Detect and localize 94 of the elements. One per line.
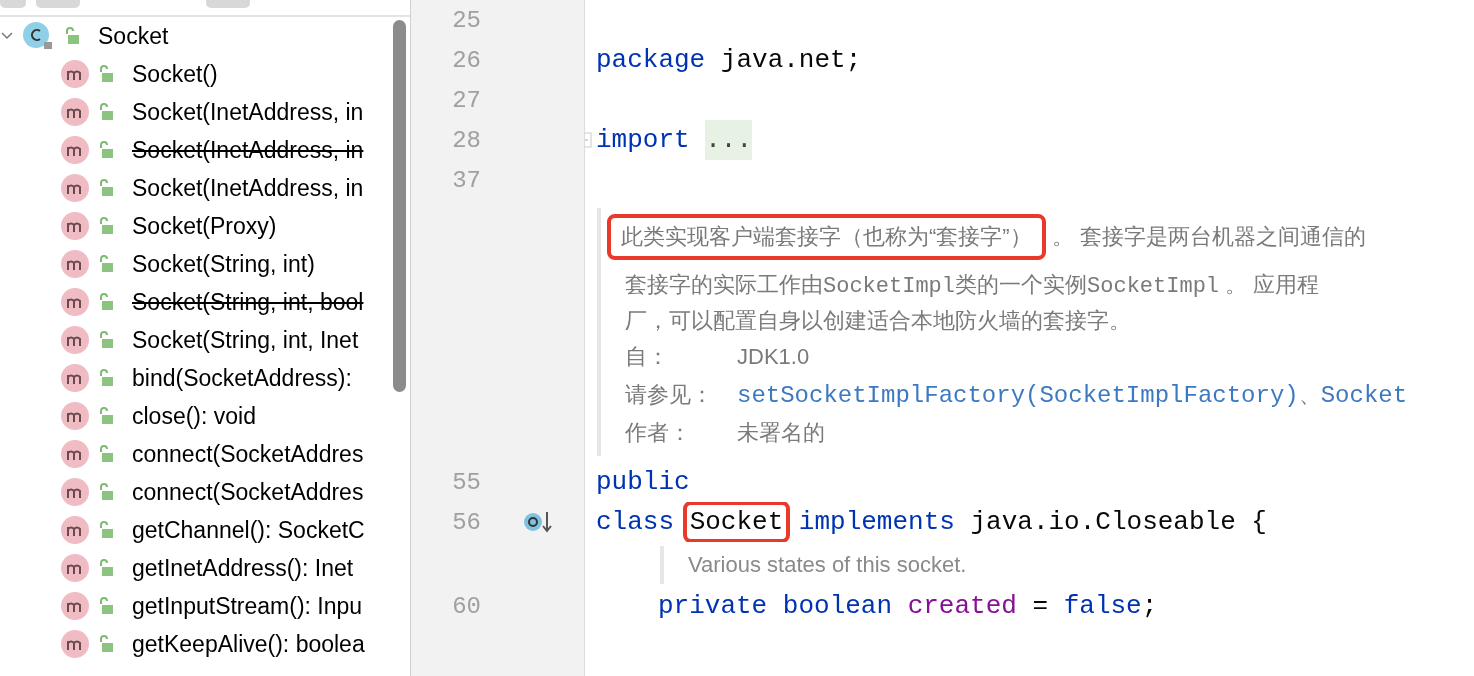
highlight-box: Socket xyxy=(682,502,791,542)
method-icon xyxy=(60,477,90,507)
method-icon xyxy=(60,173,90,203)
unlocked-icon xyxy=(98,521,114,539)
method-icon xyxy=(60,325,90,355)
method-icon xyxy=(60,363,90,393)
doc-text: JDK1.0 xyxy=(737,344,810,370)
unlocked-icon xyxy=(98,483,114,501)
toolbar-tab[interactable] xyxy=(206,0,250,8)
tree-item[interactable]: getInetAddress(): Inet xyxy=(132,554,354,582)
code-text: = xyxy=(1032,591,1049,621)
keyword: private xyxy=(658,591,768,621)
method-icon xyxy=(60,249,90,279)
tree-item[interactable]: Socket() xyxy=(132,60,218,88)
unlocked-icon xyxy=(98,103,114,121)
method-icon xyxy=(60,97,90,127)
keyword: import xyxy=(596,125,690,155)
line-number: 25 xyxy=(451,6,481,34)
keyword: class xyxy=(596,507,674,537)
method-icon xyxy=(60,515,90,545)
doc-text: 未署名的 xyxy=(737,419,825,447)
tree-item[interactable]: Socket(String, int, Inet xyxy=(132,326,359,354)
doc-link[interactable]: setSocketImplFactory(SocketImplFactory) xyxy=(737,381,1299,409)
tree-item[interactable]: Socket(Proxy) xyxy=(132,212,277,240)
keyword: boolean xyxy=(782,591,893,621)
highlight-box: 此类实现客户端套接字（也称为“套接字”） xyxy=(607,214,1046,260)
code-text: java.net; xyxy=(720,45,862,75)
toolbar-tab[interactable] xyxy=(0,0,26,8)
line-number: 28 xyxy=(451,126,481,154)
unlocked-icon xyxy=(98,217,114,235)
tree-item[interactable]: close(): void xyxy=(132,402,256,430)
tree-item[interactable]: getInputStream(): Inpu xyxy=(132,592,363,620)
tag-label: 请参见： xyxy=(625,381,714,409)
tree-item[interactable]: connect(SocketAddres xyxy=(132,440,364,468)
line-number: 56 xyxy=(451,508,481,536)
doc-text: 类的一个实例 xyxy=(955,272,1088,297)
doc-code: SocketImpl xyxy=(1087,274,1220,299)
unlocked-icon xyxy=(98,65,114,83)
doc-text: 。 应用程 xyxy=(1224,272,1320,297)
method-icon xyxy=(60,287,90,317)
unlocked-icon xyxy=(64,27,80,45)
method-icon xyxy=(60,553,90,583)
line-number: 60 xyxy=(451,592,481,620)
unlocked-icon xyxy=(98,445,114,463)
line-number: 26 xyxy=(451,46,481,74)
method-icon xyxy=(60,135,90,165)
tree-item[interactable]: Socket(InetAddress, in xyxy=(132,174,364,202)
tree-item[interactable]: Socket(String, int) xyxy=(132,250,315,278)
tree-item[interactable]: Socket(InetAddress, in xyxy=(132,98,364,126)
tree-item[interactable]: bind(SocketAddress): xyxy=(132,364,352,392)
tree-item[interactable]: getKeepAlive(): boolea xyxy=(132,630,365,658)
unlocked-icon xyxy=(98,635,114,653)
tree-item[interactable]: Socket(String, int, bool xyxy=(132,288,364,316)
doc-text: 套接字的实际工作由 xyxy=(625,272,823,297)
unlocked-icon xyxy=(98,559,114,577)
tag-label: 自： xyxy=(625,343,670,371)
line-number: 37 xyxy=(451,166,481,194)
unlocked-icon xyxy=(98,407,114,425)
method-icon xyxy=(60,59,90,89)
doc-text: 、 xyxy=(1298,381,1321,409)
keyword: package xyxy=(596,45,706,75)
method-icon xyxy=(60,591,90,621)
unlocked-icon xyxy=(98,293,114,311)
unlocked-icon xyxy=(98,369,114,387)
doc-link[interactable]: Socket xyxy=(1320,381,1408,409)
tree-item[interactable]: connect(SocketAddres xyxy=(132,478,364,506)
scrollbar[interactable] xyxy=(393,20,406,392)
keyword: implements xyxy=(798,507,955,537)
keyword: false xyxy=(1063,591,1142,621)
tree-item[interactable]: getChannel(): SocketC xyxy=(132,516,365,544)
doc-text: Various states of this socket. xyxy=(688,552,967,577)
code-text: java.io.Closeable { xyxy=(970,507,1267,537)
tree-item[interactable]: Socket xyxy=(98,22,169,50)
doc-code: SocketImpl xyxy=(823,274,956,299)
unlocked-icon xyxy=(98,331,114,349)
doc-text: 。 套接字是两台机器之间通信的 xyxy=(1051,224,1366,249)
method-icon xyxy=(60,629,90,659)
method-icon xyxy=(60,439,90,469)
unlocked-icon xyxy=(98,179,114,197)
toolbar-tab[interactable] xyxy=(36,0,80,8)
tree-item[interactable]: Socket(InetAddress, in xyxy=(132,136,364,164)
folded-code[interactable]: ... xyxy=(705,120,753,160)
field-name: created xyxy=(907,591,1017,621)
method-icon xyxy=(60,211,90,241)
line-number: 27 xyxy=(451,86,481,114)
unlocked-icon xyxy=(98,597,114,615)
keyword: public xyxy=(596,467,690,497)
doc-text: 厂，可以配置自身以创建适合本地防火墙的套接字。 xyxy=(625,308,1131,333)
tag-label: 作者： xyxy=(625,419,692,447)
method-icon xyxy=(60,401,90,431)
line-number: 55 xyxy=(451,468,481,496)
unlocked-icon xyxy=(98,255,114,273)
unlocked-icon xyxy=(98,141,114,159)
code-text: ; xyxy=(1141,591,1158,621)
